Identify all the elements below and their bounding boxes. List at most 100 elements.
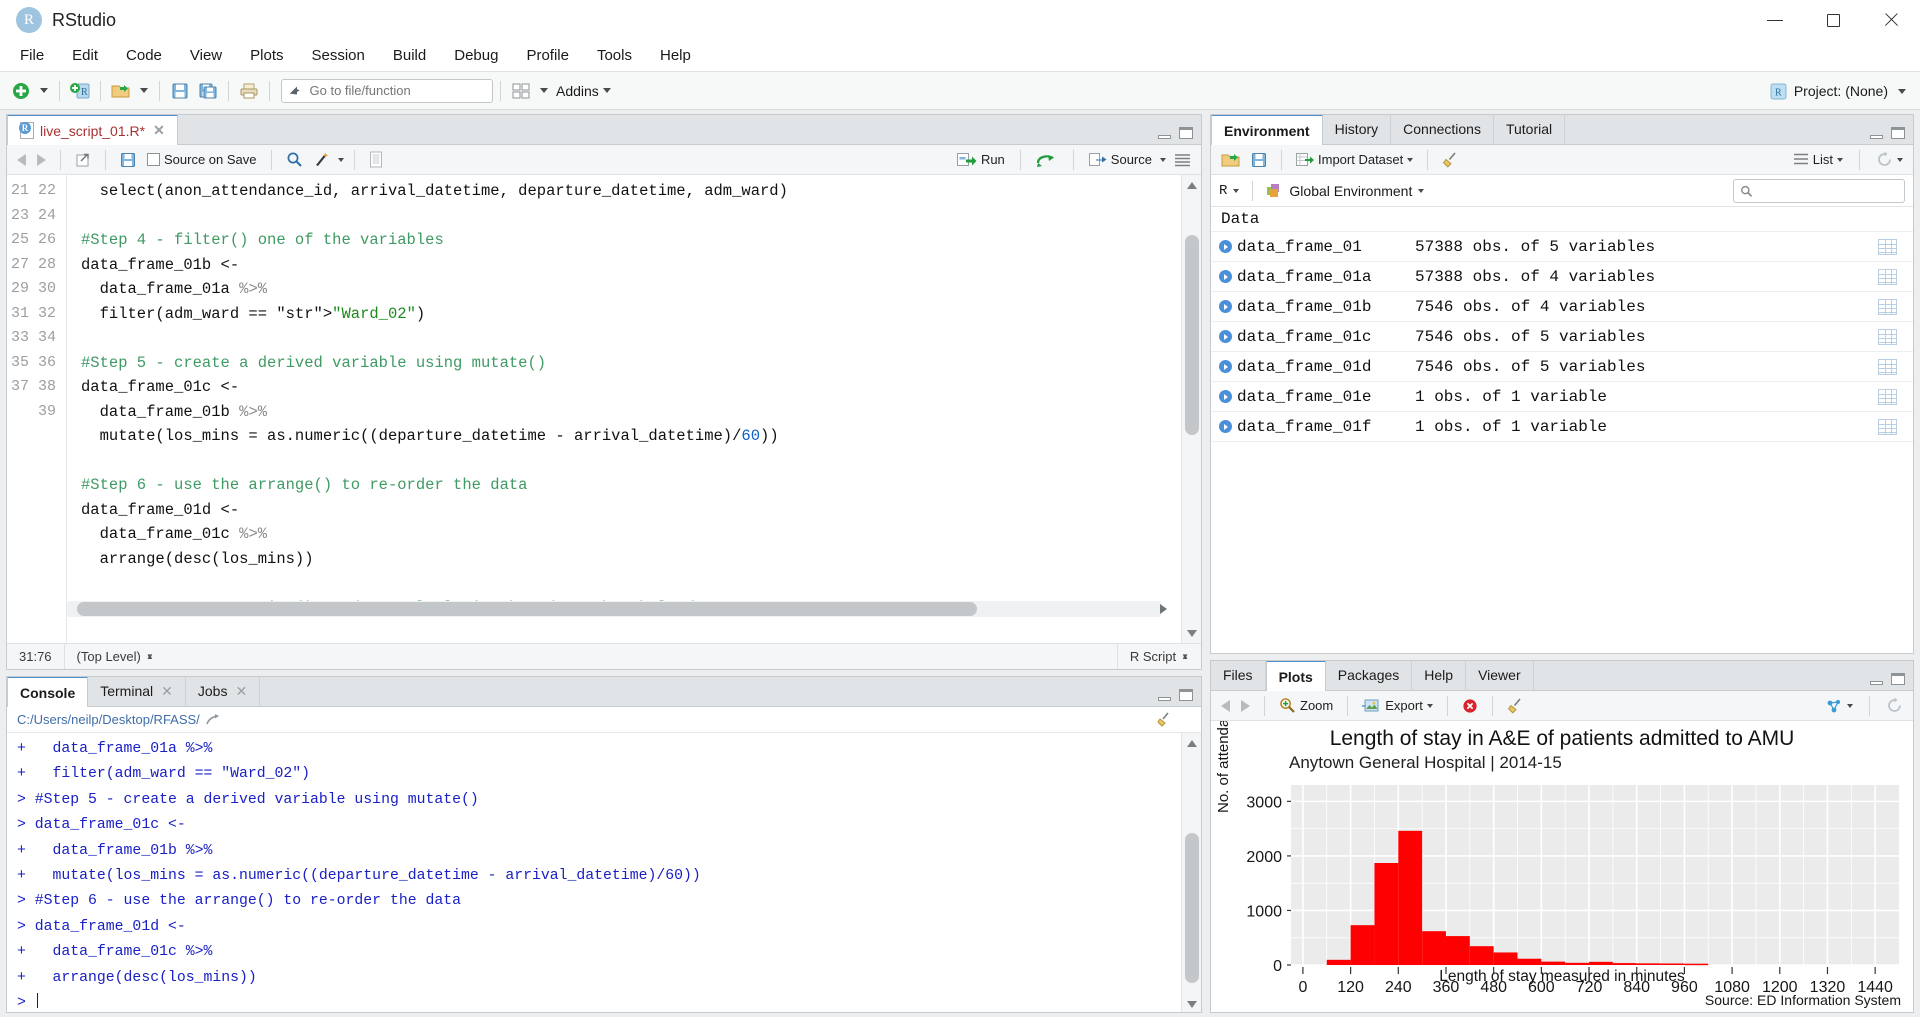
maximize-pane-icon[interactable] bbox=[1179, 127, 1193, 139]
rerun-button[interactable] bbox=[1032, 148, 1062, 172]
minimize-pane-icon[interactable] bbox=[1870, 135, 1883, 139]
scroll-up-button[interactable] bbox=[1182, 175, 1201, 195]
import-dataset-button[interactable]: Import Dataset bbox=[1292, 148, 1417, 172]
menu-session[interactable]: Session bbox=[298, 43, 379, 68]
new-project-button[interactable]: R bbox=[67, 78, 93, 104]
environment-search-box[interactable] bbox=[1733, 179, 1905, 203]
close-button[interactable] bbox=[1862, 0, 1920, 40]
expand-object-icon[interactable] bbox=[1219, 420, 1232, 433]
compile-report-button[interactable] bbox=[365, 148, 387, 172]
open-file-button[interactable] bbox=[108, 78, 134, 104]
scroll-down-button[interactable] bbox=[1182, 623, 1201, 643]
maximize-pane-icon[interactable] bbox=[1891, 127, 1905, 139]
view-mode-button[interactable]: List bbox=[1789, 148, 1847, 172]
menu-file[interactable]: File bbox=[6, 43, 58, 68]
save-all-button[interactable] bbox=[195, 78, 221, 104]
project-selector[interactable]: R Project: (None) bbox=[1769, 72, 1910, 110]
close-jobs-icon[interactable]: ✕ bbox=[235, 683, 247, 700]
find-replace-button[interactable] bbox=[282, 148, 307, 172]
tab-packages[interactable]: Packages bbox=[1326, 661, 1413, 690]
tab-jobs[interactable]: Jobs ✕ bbox=[186, 677, 261, 706]
view-table-icon[interactable] bbox=[1878, 268, 1897, 285]
source-button[interactable]: Source bbox=[1085, 148, 1156, 172]
menu-profile[interactable]: Profile bbox=[512, 43, 583, 68]
tab-viewer[interactable]: Viewer bbox=[1466, 661, 1534, 690]
import-dataset-dropdown-icon[interactable] bbox=[1407, 157, 1414, 162]
new-file-dropdown-icon[interactable] bbox=[40, 88, 48, 93]
expand-object-icon[interactable] bbox=[1219, 330, 1232, 343]
pane-layout-dropdown-icon[interactable] bbox=[540, 88, 548, 93]
view-table-icon[interactable] bbox=[1878, 388, 1897, 405]
editor-forward-button[interactable] bbox=[33, 148, 50, 172]
addins-label[interactable]: Addins bbox=[556, 83, 599, 99]
view-table-icon[interactable] bbox=[1878, 418, 1897, 435]
editor-back-button[interactable] bbox=[13, 148, 30, 172]
environment-scope-dropdown-icon[interactable] bbox=[1418, 188, 1425, 193]
goto-file-function-box[interactable] bbox=[281, 78, 493, 103]
editor-horizontal-scrollbar[interactable] bbox=[67, 601, 1161, 617]
console-output[interactable]: + data_frame_01a %>% + filter(adm_ward =… bbox=[7, 733, 1201, 1012]
source-on-save-checkbox[interactable] bbox=[147, 153, 160, 166]
tab-history[interactable]: History bbox=[1323, 115, 1392, 144]
tab-terminal[interactable]: Terminal ✕ bbox=[88, 677, 186, 706]
plot-canvas[interactable]: Length of stay in A&E of patients admitt… bbox=[1211, 721, 1913, 1012]
console-vertical-scrollbar[interactable] bbox=[1181, 733, 1201, 1012]
plot-export-dropdown-icon[interactable] bbox=[1426, 703, 1433, 708]
environment-row[interactable]: data_frame_01b 7546 obs. of 4 variables bbox=[1211, 292, 1913, 322]
menu-edit[interactable]: Edit bbox=[58, 43, 112, 68]
expand-object-icon[interactable] bbox=[1219, 300, 1232, 313]
plot-forward-button[interactable] bbox=[1237, 694, 1254, 718]
minimize-button[interactable] bbox=[1746, 0, 1804, 40]
view-table-icon[interactable] bbox=[1878, 328, 1897, 345]
environment-language-dropdown-icon[interactable] bbox=[1233, 188, 1240, 193]
console-scroll-thumb[interactable] bbox=[1185, 833, 1199, 983]
source-tab-live-script[interactable]: live_script_01.R* ✕ bbox=[7, 115, 178, 145]
editor-scroll-thumb[interactable] bbox=[1185, 235, 1199, 435]
remove-plot-button[interactable] bbox=[1458, 694, 1482, 718]
menu-build[interactable]: Build bbox=[379, 43, 440, 68]
menu-plots[interactable]: Plots bbox=[236, 43, 297, 68]
popout-source-button[interactable] bbox=[71, 148, 95, 172]
code-tools-dropdown-icon[interactable] bbox=[337, 157, 344, 162]
minimize-pane-icon[interactable] bbox=[1870, 681, 1883, 685]
expand-object-icon[interactable] bbox=[1219, 270, 1232, 283]
menu-code[interactable]: Code bbox=[112, 43, 176, 68]
save-workspace-button[interactable] bbox=[1247, 148, 1271, 172]
editor-vertical-scrollbar[interactable] bbox=[1181, 175, 1201, 643]
minimize-pane-icon[interactable] bbox=[1158, 697, 1171, 701]
minimize-pane-icon[interactable] bbox=[1158, 135, 1171, 139]
open-file-dropdown-icon[interactable] bbox=[140, 88, 148, 93]
tab-tutorial[interactable]: Tutorial bbox=[1494, 115, 1566, 144]
editor-save-button[interactable] bbox=[116, 148, 140, 172]
menu-help[interactable]: Help bbox=[646, 43, 705, 68]
working-directory-label[interactable]: C:/Users/neilp/Desktop/RFASS/ bbox=[17, 712, 200, 727]
tab-help[interactable]: Help bbox=[1412, 661, 1467, 690]
save-button[interactable] bbox=[167, 78, 193, 104]
view-table-icon[interactable] bbox=[1878, 358, 1897, 375]
publish-button[interactable] bbox=[1821, 694, 1857, 718]
print-button[interactable] bbox=[236, 78, 262, 104]
refresh-dropdown-icon[interactable] bbox=[1897, 157, 1903, 162]
expand-object-icon[interactable] bbox=[1219, 360, 1232, 373]
environment-row[interactable]: data_frame_01c 7546 obs. of 5 variables bbox=[1211, 322, 1913, 352]
environment-row[interactable]: data_frame_01d 7546 obs. of 5 variables bbox=[1211, 352, 1913, 382]
editor-hscroll-thumb[interactable] bbox=[77, 602, 977, 616]
clear-console-broom-icon[interactable] bbox=[1156, 712, 1173, 727]
outline-toggle-button[interactable] bbox=[1170, 148, 1195, 172]
tab-files[interactable]: Files bbox=[1211, 661, 1266, 690]
console-scroll-down-button[interactable] bbox=[1182, 994, 1201, 1012]
console-scroll-up-button[interactable] bbox=[1182, 733, 1201, 753]
menu-view[interactable]: View bbox=[176, 43, 236, 68]
source-editor-body[interactable]: 21 22 23 24 25 26 27 28 29 30 31 32 33 3… bbox=[7, 175, 1201, 643]
environment-row[interactable]: data_frame_01f 1 obs. of 1 variable bbox=[1211, 412, 1913, 442]
source-dropdown-icon[interactable] bbox=[1160, 157, 1166, 162]
load-workspace-button[interactable] bbox=[1217, 148, 1244, 172]
hscroll-right-button[interactable] bbox=[1153, 601, 1173, 617]
addins-dropdown-icon[interactable] bbox=[602, 88, 611, 93]
view-mode-dropdown-icon[interactable] bbox=[1837, 157, 1843, 162]
environment-search-input[interactable] bbox=[1757, 182, 1898, 200]
file-type-selector[interactable]: R Script ▲ ▼ bbox=[1118, 644, 1201, 670]
source-on-save-toggle[interactable]: Source on Save bbox=[143, 148, 261, 172]
clear-all-plots-button[interactable] bbox=[1503, 694, 1529, 718]
project-dropdown-icon[interactable] bbox=[1898, 88, 1906, 94]
